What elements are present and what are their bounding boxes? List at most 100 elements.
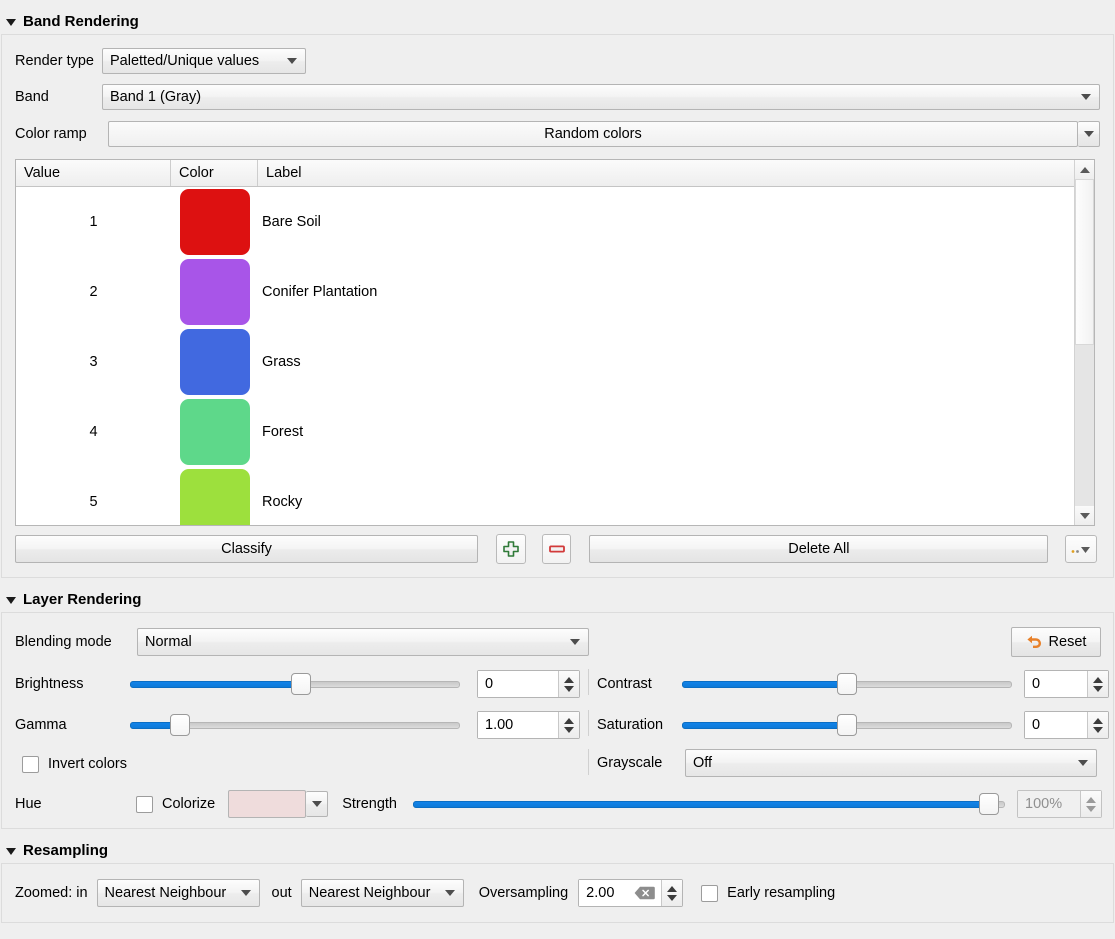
cell-value[interactable]: 5 — [16, 494, 171, 510]
color-swatch[interactable] — [179, 399, 250, 465]
caret-down-icon[interactable] — [1093, 685, 1103, 692]
caret-up-icon[interactable] — [564, 676, 574, 683]
palette-table: Value Color Label 1 Bare Soil 2 Conifer Pla… — [15, 159, 1095, 526]
gamma-value[interactable]: 1.00 — [478, 712, 558, 738]
caret-down-icon — [1079, 512, 1090, 519]
caret-down-icon[interactable] — [564, 726, 574, 733]
cell-label[interactable]: Conifer Plantation — [258, 284, 1074, 300]
strength-spinbox[interactable]: 100% — [1017, 790, 1103, 818]
color-swatch[interactable] — [179, 329, 250, 395]
zoomed-out-combo[interactable]: Nearest Neighbour — [300, 879, 464, 907]
caret-up-icon[interactable] — [564, 717, 574, 724]
contrast-spinbox[interactable]: 0 — [1024, 670, 1109, 698]
invert-colors-checkbox[interactable] — [22, 755, 39, 773]
contrast-spin-buttons[interactable] — [1087, 671, 1108, 697]
table-row[interactable]: 1 Bare Soil — [16, 187, 1074, 257]
resampling-header[interactable]: Resampling — [0, 837, 1115, 863]
early-resampling-checkbox[interactable] — [701, 884, 719, 902]
render-type-combo[interactable]: Paletted/Unique values — [102, 48, 306, 74]
cell-label[interactable]: Grass — [258, 354, 1074, 370]
cell-color[interactable] — [171, 189, 258, 255]
strength-slider[interactable] — [413, 791, 1006, 817]
saturation-slider-handle[interactable] — [837, 714, 857, 736]
color-swatch[interactable] — [179, 259, 250, 325]
palette-table-scrollbar[interactable] — [1074, 160, 1094, 525]
table-row[interactable]: 5 Rocky — [16, 467, 1074, 525]
cell-color[interactable] — [171, 399, 258, 465]
caret-up-icon[interactable] — [1093, 676, 1103, 683]
color-swatch[interactable] — [179, 189, 250, 255]
gamma-spin-buttons[interactable] — [558, 712, 579, 738]
cell-value[interactable]: 4 — [16, 424, 171, 440]
contrast-value[interactable]: 0 — [1025, 671, 1087, 697]
saturation-value[interactable]: 0 — [1025, 712, 1087, 738]
scroll-thumb[interactable] — [1075, 179, 1094, 345]
contrast-slider[interactable] — [682, 671, 1012, 697]
band-combo[interactable]: Band 1 (Gray) — [102, 84, 1100, 110]
caret-down-icon[interactable] — [1086, 805, 1097, 812]
colorize-color-dropdown-button[interactable] — [306, 791, 329, 817]
colorize-color-button[interactable] — [228, 790, 307, 818]
scroll-down-button[interactable] — [1075, 506, 1094, 525]
grayscale-combo[interactable]: Off — [685, 749, 1097, 777]
delete-all-button[interactable]: Delete All — [589, 535, 1049, 563]
cell-value[interactable]: 1 — [16, 214, 171, 230]
caret-up-icon — [1079, 166, 1090, 173]
oversampling-spin-buttons[interactable] — [661, 880, 683, 906]
strength-slider-handle[interactable] — [979, 793, 1000, 815]
brightness-spinbox[interactable]: 0 — [477, 670, 580, 698]
strength-spin-buttons[interactable] — [1080, 791, 1102, 817]
strength-value[interactable]: 100% — [1018, 791, 1081, 817]
reset-button[interactable]: Reset — [1011, 627, 1101, 657]
caret-down-icon[interactable] — [1093, 726, 1103, 733]
band-rendering-header[interactable]: Band Rendering — [0, 8, 1115, 34]
table-row[interactable]: 4 Forest — [16, 397, 1074, 467]
color-ramp-dropdown-button[interactable] — [1078, 121, 1100, 147]
table-row[interactable]: 3 Grass — [16, 327, 1074, 397]
saturation-slider-fill — [682, 721, 847, 729]
color-ramp-button[interactable]: Random colors — [108, 121, 1078, 147]
palette-menu-button[interactable] — [1065, 535, 1098, 563]
zoomed-out-label: out — [271, 885, 292, 901]
oversampling-clear-button[interactable] — [634, 880, 661, 906]
cell-label[interactable]: Rocky — [258, 494, 1074, 510]
gamma-spinbox[interactable]: 1.00 — [477, 711, 580, 739]
cell-value[interactable]: 2 — [16, 284, 171, 300]
classify-button[interactable]: Classify — [15, 535, 479, 563]
blending-mode-combo[interactable]: Normal — [137, 628, 589, 656]
cell-color[interactable] — [171, 259, 258, 325]
zoomed-in-combo[interactable]: Nearest Neighbour — [96, 879, 260, 907]
gamma-slider-handle[interactable] — [170, 714, 191, 736]
remove-entry-button[interactable] — [541, 534, 572, 564]
cell-value[interactable]: 3 — [16, 354, 171, 370]
column-header-color[interactable]: Color — [171, 160, 258, 186]
brightness-slider-handle[interactable] — [291, 673, 312, 695]
caret-up-icon[interactable] — [1093, 717, 1103, 724]
caret-down-icon[interactable] — [564, 685, 574, 692]
brightness-value[interactable]: 0 — [478, 671, 558, 697]
gamma-slider[interactable] — [130, 712, 460, 738]
layer-rendering-header[interactable]: Layer Rendering — [0, 586, 1115, 612]
saturation-spinbox[interactable]: 0 — [1024, 711, 1109, 739]
contrast-slider-handle[interactable] — [837, 673, 857, 695]
brightness-spin-buttons[interactable] — [558, 671, 579, 697]
scroll-up-button[interactable] — [1075, 160, 1094, 179]
saturation-spin-buttons[interactable] — [1087, 712, 1108, 738]
color-swatch[interactable] — [179, 469, 250, 525]
cell-label[interactable]: Bare Soil — [258, 214, 1074, 230]
colorize-checkbox[interactable] — [136, 795, 153, 813]
add-entry-button[interactable] — [496, 534, 526, 564]
oversampling-spinbox[interactable]: 2.00 — [578, 879, 684, 907]
oversampling-value[interactable]: 2.00 — [579, 880, 635, 906]
caret-down-icon[interactable] — [667, 894, 678, 901]
table-row[interactable]: 2 Conifer Plantation — [16, 257, 1074, 327]
caret-up-icon[interactable] — [1086, 796, 1097, 803]
brightness-slider[interactable] — [130, 671, 460, 697]
column-header-value[interactable]: Value — [16, 160, 171, 186]
cell-label[interactable]: Forest — [258, 424, 1074, 440]
caret-up-icon[interactable] — [667, 885, 678, 892]
cell-color[interactable] — [171, 329, 258, 395]
cell-color[interactable] — [171, 469, 258, 525]
column-header-label[interactable]: Label — [258, 160, 1074, 186]
saturation-slider[interactable] — [682, 712, 1012, 738]
